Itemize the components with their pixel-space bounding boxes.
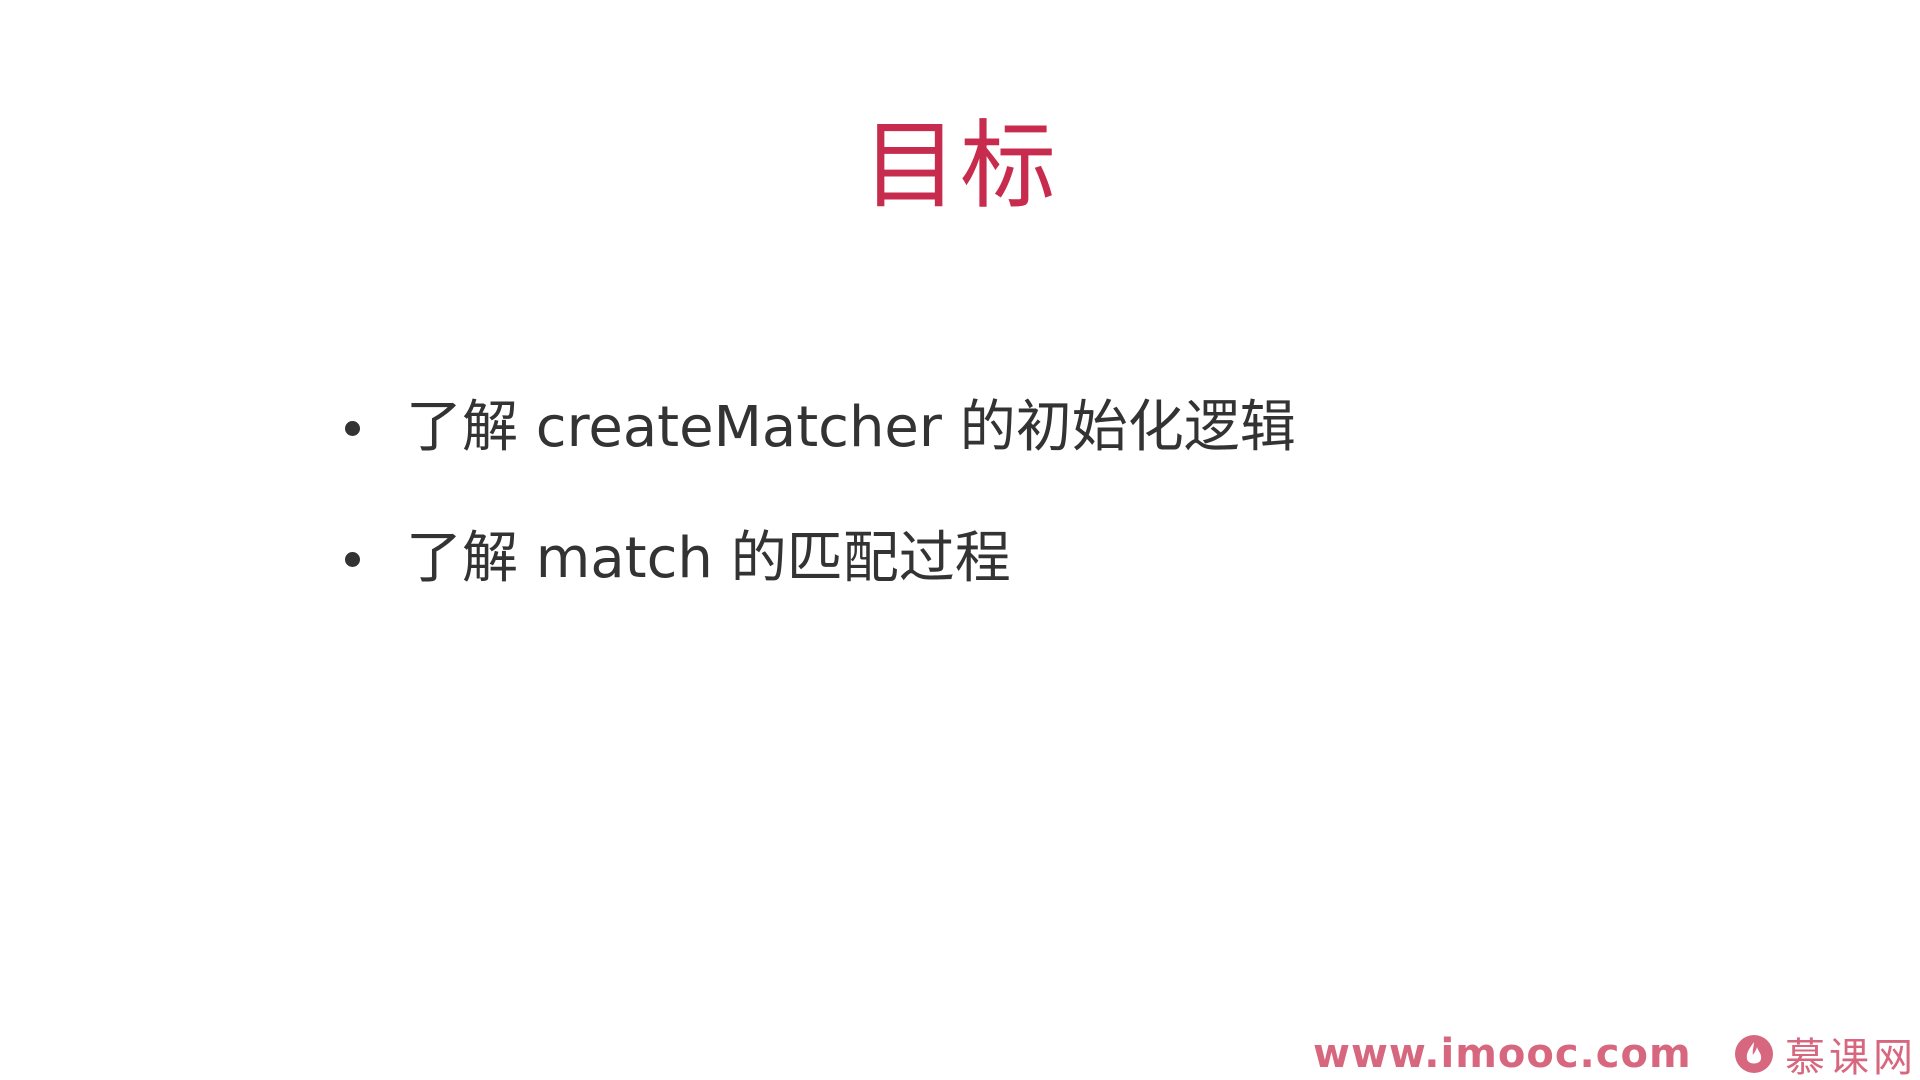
bullet-item: 了解 match 的匹配过程 bbox=[337, 519, 1296, 599]
slide-title: 目标 bbox=[862, 110, 1058, 222]
watermark-url: www.imooc.com bbox=[1313, 1031, 1692, 1077]
flame-icon bbox=[1735, 1035, 1773, 1073]
bullet-item: 了解 createMatcher 的初始化逻辑 bbox=[337, 388, 1296, 468]
bullet-dot-icon bbox=[345, 421, 360, 436]
slide: 目标 了解 createMatcher 的初始化逻辑 了解 match 的匹配过… bbox=[0, 0, 1920, 1080]
watermark-brand: 慕课网 bbox=[1733, 1024, 1917, 1080]
bullet-text: 了解 createMatcher 的初始化逻辑 bbox=[406, 395, 1296, 460]
bullet-list: 了解 createMatcher 的初始化逻辑 了解 match 的匹配过程 bbox=[337, 388, 1296, 650]
bullet-text: 了解 match 的匹配过程 bbox=[406, 526, 1011, 591]
bullet-dot-icon bbox=[345, 552, 360, 567]
brand-name: 慕课网 bbox=[1785, 1035, 1917, 1080]
